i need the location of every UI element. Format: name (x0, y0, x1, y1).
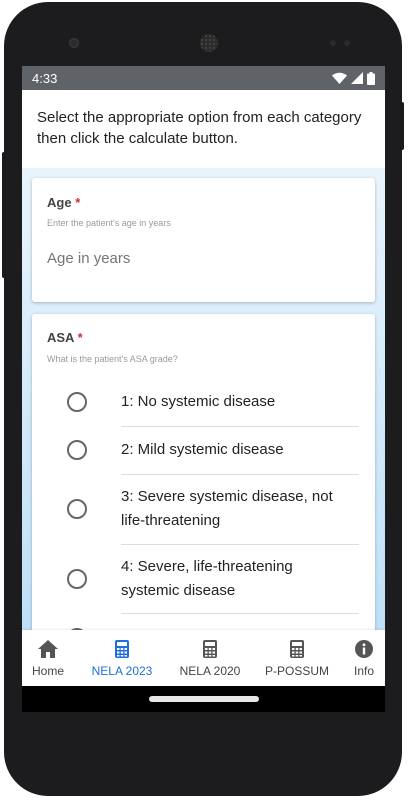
battery-icon (367, 71, 375, 85)
asa-title: ASA * (47, 330, 83, 345)
status-time: 4:33 (32, 70, 58, 86)
asa-title-text: ASA (47, 330, 74, 345)
radio-button[interactable] (67, 499, 87, 519)
asa-option-5-partial[interactable] (32, 614, 375, 630)
nav-home[interactable]: Home (22, 630, 74, 686)
option-label: 3: Severe systemic disease, not life-thr… (121, 488, 333, 529)
status-icons (332, 71, 375, 85)
radio-button[interactable] (67, 440, 87, 460)
asa-option-2[interactable]: 2: Mild systemic disease (32, 427, 375, 475)
nav-nela-2023[interactable]: NELA 2023 (84, 630, 160, 686)
nav-label: Home (31, 664, 64, 678)
asa-option-4[interactable]: 4: Severe, life-threatening systemic dis… (32, 545, 375, 613)
front-camera-icon (69, 38, 79, 48)
asa-card: ASA * What is the patient's ASA grade? 1… (32, 314, 375, 630)
asa-hint: What is the patient's ASA grade? (47, 354, 178, 364)
status-bar: 4:33 (22, 66, 385, 90)
app-screen: 4:33 Select the appropriate option from … (22, 66, 385, 686)
age-card: Age * Enter the patient's age in years (32, 178, 375, 302)
instructions-text: Select the appropriate option from each … (22, 90, 385, 162)
speaker-grille (200, 34, 218, 52)
signal-icon (351, 72, 363, 84)
calculator-icon (203, 640, 217, 658)
age-input[interactable] (47, 250, 347, 267)
option-label: 4: Severe, life-threatening systemic dis… (121, 558, 293, 599)
home-icon (38, 640, 58, 658)
age-title-text: Age (47, 195, 72, 210)
nav-label: Info (353, 664, 374, 678)
bottom-navigation: Home NELA 2023 NELA 2020 P-POSSUM Info (22, 630, 385, 686)
nav-label: P-POSSUM (264, 664, 329, 678)
sensor-dot (344, 40, 350, 46)
home-indicator[interactable] (149, 696, 259, 702)
calculator-icon (290, 640, 304, 658)
asa-option-1[interactable]: 1: No systemic disease (32, 380, 375, 426)
required-marker: * (75, 195, 81, 210)
nav-label: NELA 2020 (179, 664, 241, 678)
info-icon (355, 640, 373, 658)
nav-p-possum[interactable]: P-POSSUM (260, 630, 334, 686)
option-label: 1: No systemic disease (121, 393, 276, 410)
option-label: 2: Mild systemic disease (121, 441, 284, 458)
radio-button[interactable] (67, 392, 87, 412)
power-button (400, 102, 404, 150)
volume-button (2, 152, 6, 278)
calculator-icon (115, 640, 129, 658)
radio-button[interactable] (67, 569, 87, 589)
nav-label: NELA 2023 (91, 664, 153, 678)
form-scroll-area[interactable]: Age * Enter the patient's age in years A… (22, 168, 385, 630)
sensor-dot (330, 40, 336, 46)
age-hint: Enter the patient's age in years (47, 218, 171, 228)
nav-nela-2020[interactable]: NELA 2020 (172, 630, 248, 686)
age-title: Age * (47, 195, 80, 210)
required-marker: * (77, 330, 83, 345)
nav-info[interactable]: Info (344, 630, 384, 686)
asa-option-3[interactable]: 3: Severe systemic disease, not life-thr… (32, 475, 375, 543)
wifi-icon (332, 72, 347, 84)
